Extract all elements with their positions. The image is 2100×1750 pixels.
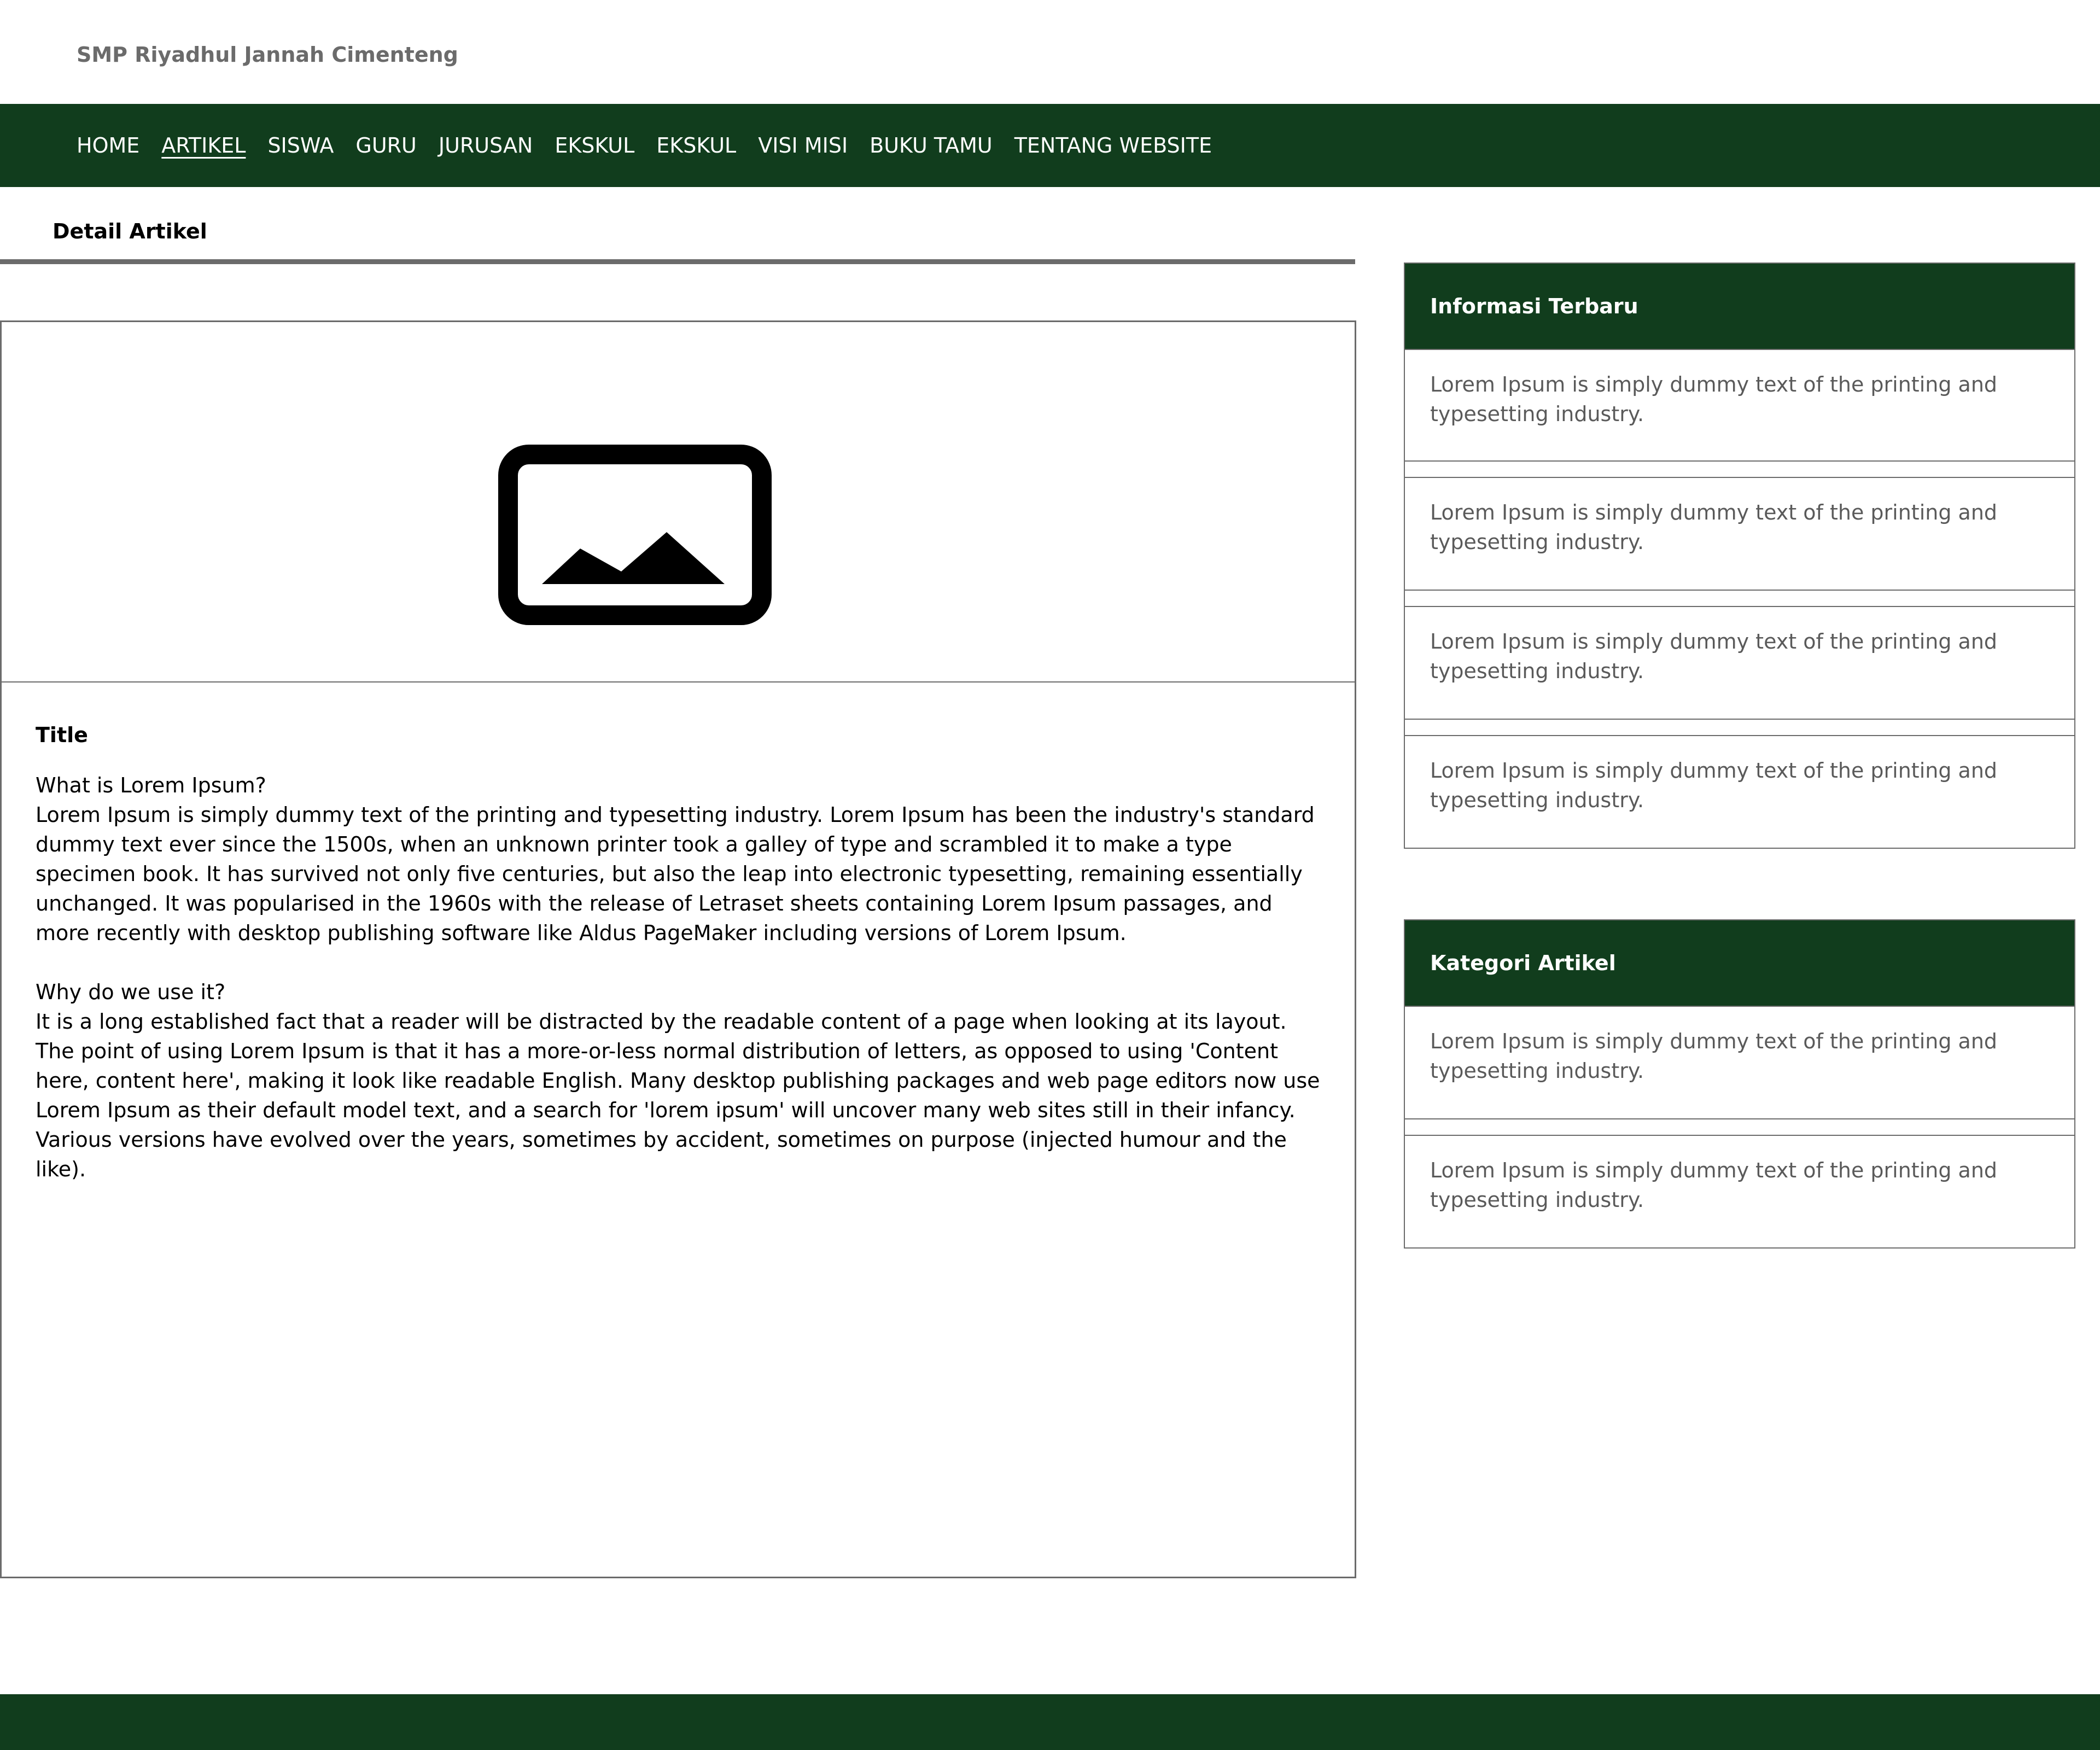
article-question-1: What is Lorem Ipsum? xyxy=(36,773,266,797)
nav-item-jurusan[interactable]: JURUSAN xyxy=(439,133,533,158)
widget-article-categories: Kategori Artikel Lorem Ipsum is simply d… xyxy=(1404,919,2075,1249)
site-title[interactable]: SMP Riyadhul Jannah Cimenteng xyxy=(77,43,458,67)
article-image xyxy=(2,322,1355,682)
article-section-1: What is Lorem Ipsum? Lorem Ipsum is simp… xyxy=(36,771,1321,948)
widget-separator xyxy=(1405,719,2074,735)
latest-info-item[interactable]: Lorem Ipsum is simply dummy text of the … xyxy=(1405,477,2074,590)
latest-info-item[interactable]: Lorem Ipsum is simply dummy text of the … xyxy=(1405,606,2074,719)
heading-divider xyxy=(0,259,1355,264)
article-card: Title What is Lorem Ipsum? Lorem Ipsum i… xyxy=(0,320,1356,1578)
nav-item-guru[interactable]: GURU xyxy=(355,133,416,158)
article-section-2: Why do we use it? It is a long establish… xyxy=(36,977,1321,1184)
latest-info-item[interactable]: Lorem Ipsum is simply dummy text of the … xyxy=(1405,735,2074,848)
widget-separator xyxy=(1405,590,2074,606)
nav-item-visi-misi[interactable]: VISI MISI xyxy=(758,133,848,158)
nav-item-ekskul[interactable]: EKSKUL xyxy=(555,133,634,158)
article-paragraph-2: It is a long established fact that a rea… xyxy=(36,1010,1320,1181)
nav-item-artikel[interactable]: ARTIKEL xyxy=(161,133,246,158)
article-paragraph-1: Lorem Ipsum is simply dummy text of the … xyxy=(36,803,1315,945)
main-navbar: HOME ARTIKEL SISWA GURU JURUSAN EKSKUL E… xyxy=(0,104,2100,187)
nav-item-home[interactable]: HOME xyxy=(77,133,139,158)
category-item[interactable]: Lorem Ipsum is simply dummy text of the … xyxy=(1405,1135,2074,1247)
widget-separator xyxy=(1405,1118,2074,1135)
nav-item-siswa[interactable]: SISWA xyxy=(267,133,334,158)
widget-article-categories-title: Kategori Artikel xyxy=(1405,920,2074,1006)
nav-list: HOME ARTIKEL SISWA GURU JURUSAN EKSKUL E… xyxy=(77,104,1212,187)
latest-info-item[interactable]: Lorem Ipsum is simply dummy text of the … xyxy=(1405,349,2074,460)
widget-separator xyxy=(1405,460,2074,477)
section-heading: Detail Artikel xyxy=(52,219,207,243)
widget-latest-info: Informasi Terbaru Lorem Ipsum is simply … xyxy=(1404,262,2075,849)
nav-item-tentang-website[interactable]: TENTANG WEBSITE xyxy=(1014,133,1212,158)
image-placeholder-icon xyxy=(498,445,772,625)
footer-bar xyxy=(0,1694,2100,1750)
category-item[interactable]: Lorem Ipsum is simply dummy text of the … xyxy=(1405,1006,2074,1118)
widget-latest-info-title: Informasi Terbaru xyxy=(1405,264,2074,349)
nav-item-buku-tamu[interactable]: BUKU TAMU xyxy=(870,133,993,158)
article-body: Title What is Lorem Ipsum? Lorem Ipsum i… xyxy=(36,720,1321,1214)
article-title: Title xyxy=(36,723,88,747)
nav-item-ekskul-2[interactable]: EKSKUL xyxy=(656,133,736,158)
article-question-2: Why do we use it? xyxy=(36,980,226,1004)
